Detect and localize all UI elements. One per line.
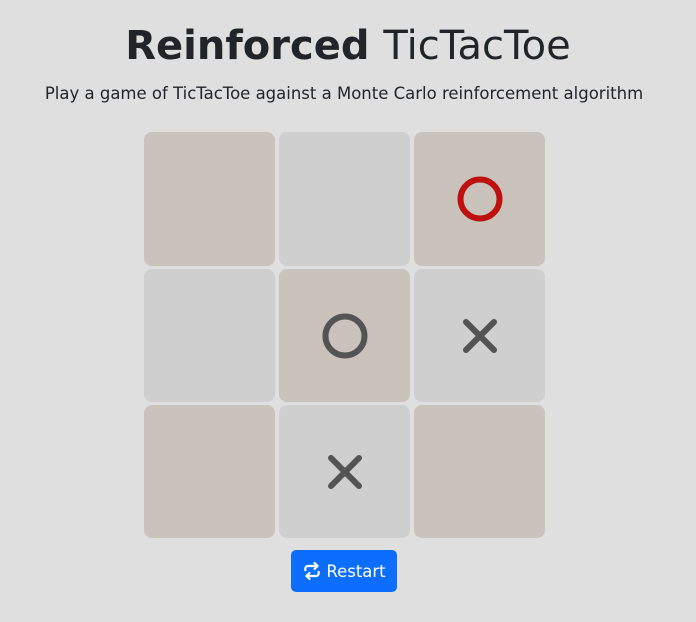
board-cell-r2c3[interactable] — [414, 269, 545, 402]
board-cell-r1c2[interactable] — [279, 132, 410, 266]
o-mark-icon — [322, 313, 367, 358]
title-bold: Reinforced — [125, 23, 370, 69]
board-cell-r3c3[interactable] — [414, 405, 545, 538]
page-subtitle: Play a game of TicTacToe against a Monte… — [44, 84, 644, 103]
board-cell-r1c3[interactable] — [414, 132, 545, 266]
restart-button[interactable]: Restart — [291, 550, 397, 592]
board-cell-r1c1[interactable] — [144, 132, 275, 266]
page: Reinforced TicTacToe Play a game of TicT… — [0, 0, 696, 622]
repeat-icon — [304, 562, 321, 580]
title-rest: TicTacToe — [383, 23, 571, 69]
board-cell-r2c1[interactable] — [144, 269, 275, 402]
x-mark-icon — [327, 454, 362, 489]
o-mark-icon — [457, 176, 502, 222]
board-cell-r2c2[interactable] — [279, 269, 410, 402]
game-board — [144, 132, 545, 538]
page-title: Reinforced TicTacToe — [0, 20, 696, 72]
board-cell-r3c1[interactable] — [144, 405, 275, 538]
board-cell-r3c2[interactable] — [279, 405, 410, 538]
restart-label: Restart — [326, 561, 386, 581]
x-mark-icon — [462, 318, 497, 353]
